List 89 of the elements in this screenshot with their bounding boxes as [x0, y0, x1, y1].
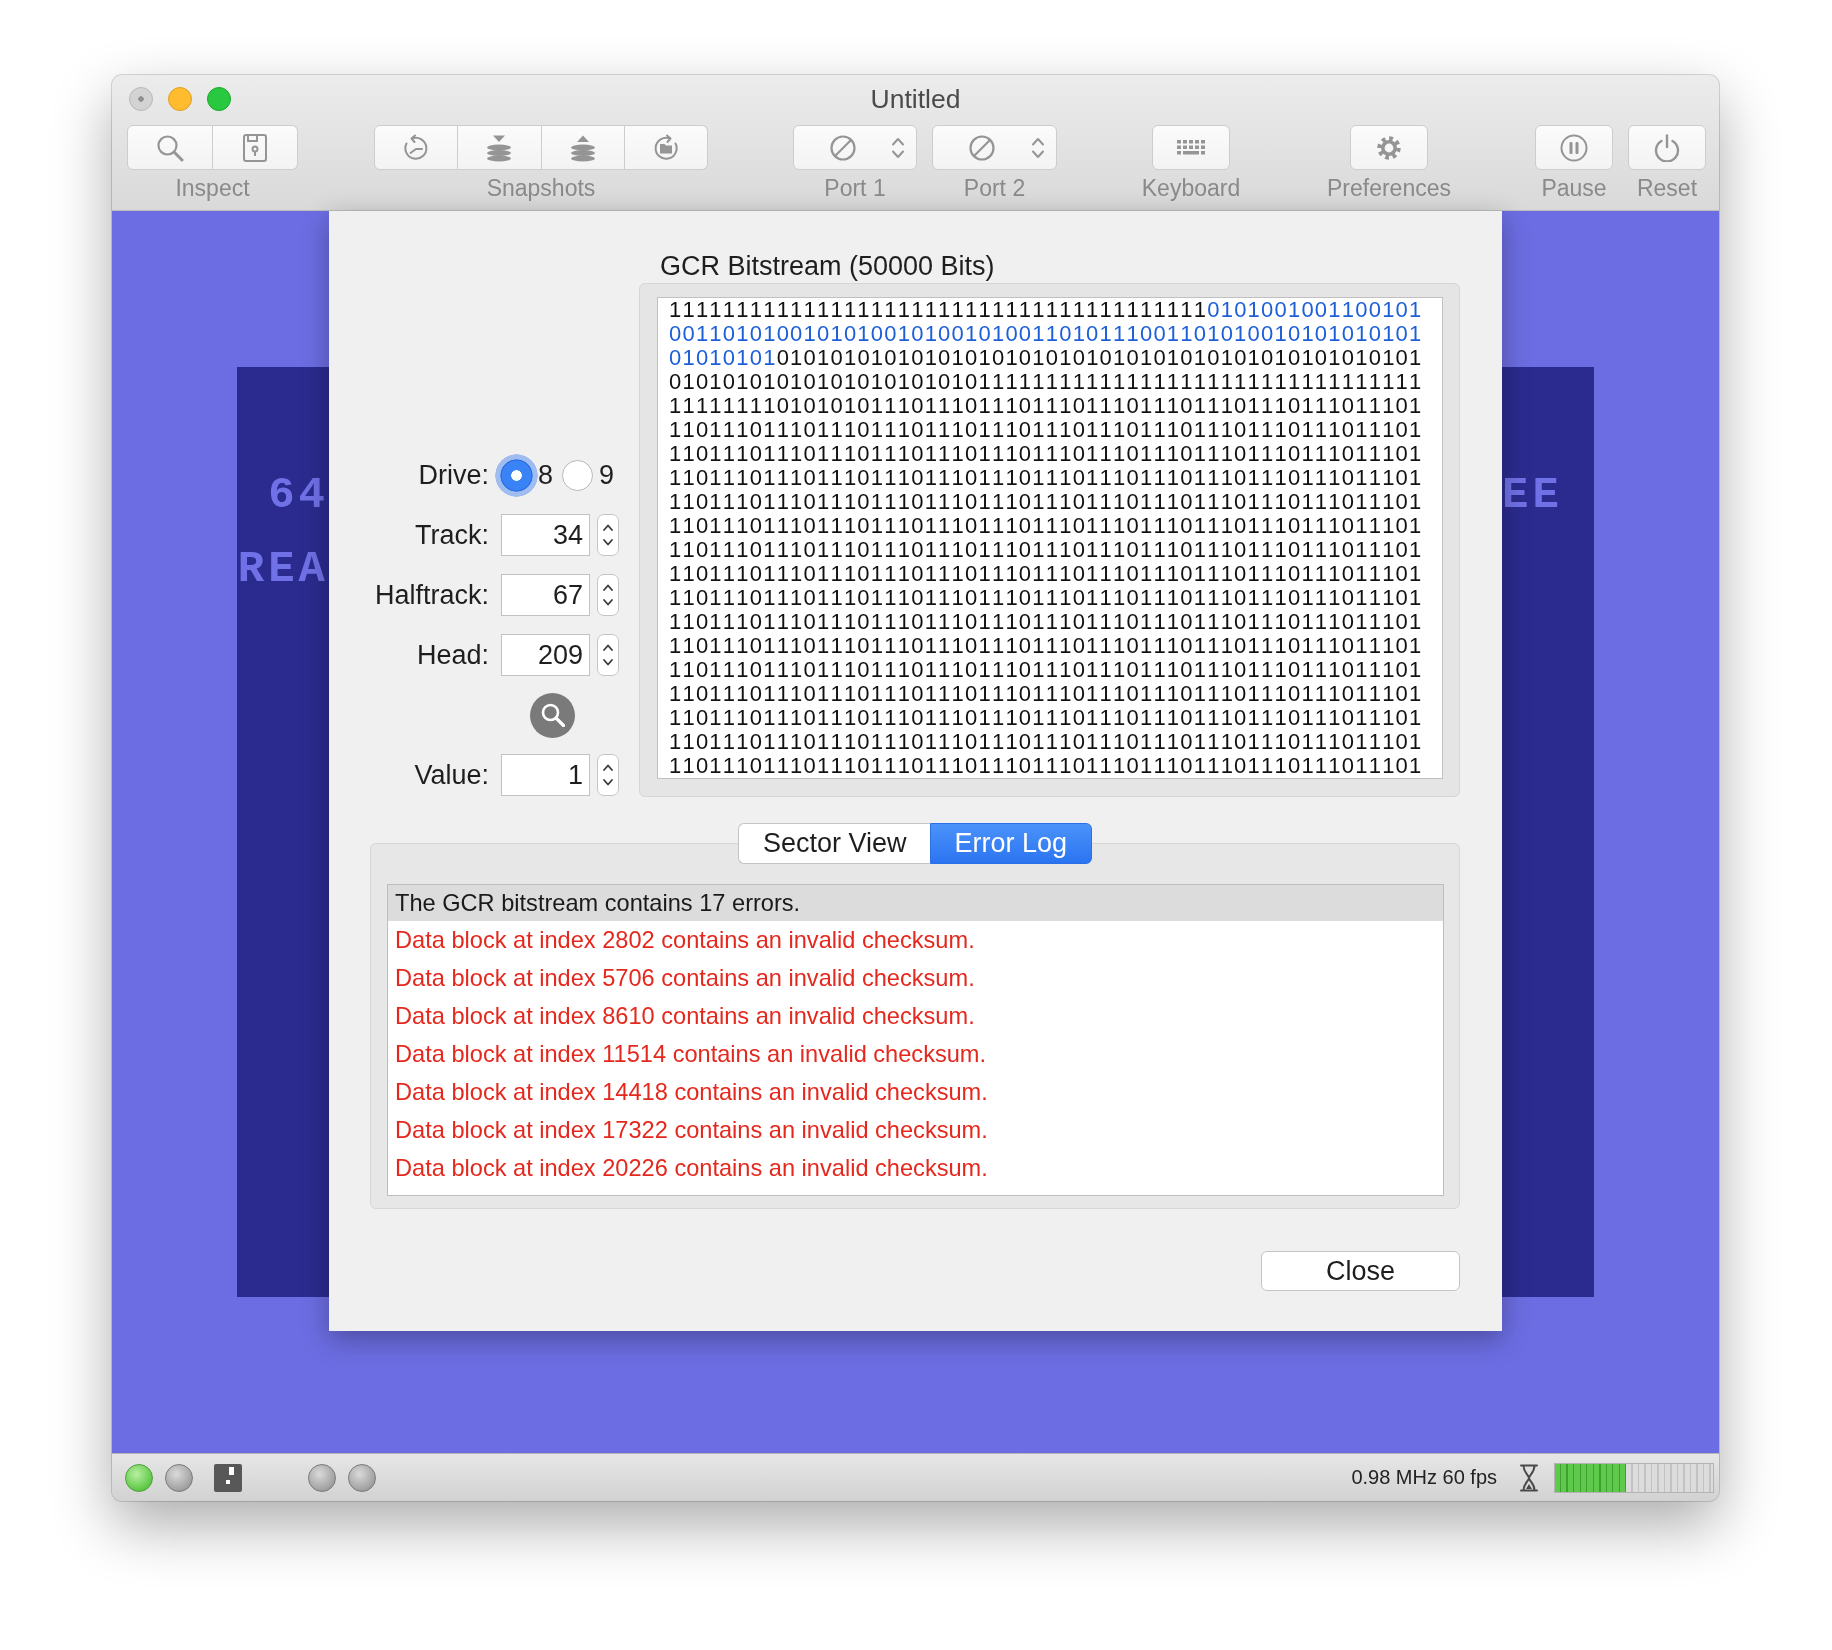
- radio-button[interactable]: [495, 453, 538, 497]
- stack-arrow-up-icon: [568, 133, 597, 162]
- log-summary-row: The GCR bitstream contains 17 errors.: [388, 885, 1443, 921]
- radio-label[interactable]: 8: [538, 459, 554, 491]
- bitstream-line: 11011101110111011101110111011101110111011101110111011101: [669, 418, 1424, 442]
- bitstream-line: 11111111111111111111111111111111111111110101001001100101: [669, 298, 1424, 322]
- tab[interactable]: Error Log: [930, 823, 1092, 864]
- tab[interactable]: Sector View: [738, 823, 930, 864]
- field-label: Head:: [415, 639, 489, 671]
- section-title: GCR Bitstream (50000 Bits): [659, 250, 996, 282]
- log-entry: Data block at index 14418 contains an invalid checksum.: [394, 1078, 989, 1107]
- field-label: Drive:: [417, 459, 489, 491]
- search-button[interactable]: [530, 692, 575, 738]
- screen-text: REA: [237, 551, 329, 588]
- prohibited-icon: [830, 134, 856, 161]
- toolbar-button[interactable]: [541, 125, 625, 170]
- toolbar-label: Pause: [1541, 174, 1607, 202]
- toolbar-label: Port 2: [963, 174, 1026, 202]
- bitstream-line: 11011101110111011101110111011101110111011101110111011101: [669, 610, 1424, 634]
- bitstream-line: 11011101110111011101110111011101110111011101110111011101: [669, 586, 1424, 610]
- window-title: Untitled: [870, 83, 961, 115]
- toolbar-button[interactable]: [458, 125, 542, 170]
- bitstream-line: 01010101010101010101010111111111111111111111111111111111: [669, 370, 1424, 394]
- toolbar-label: Snapshots: [486, 174, 596, 202]
- log-entry: Data block at index 17322 contains an invalid checksum.: [394, 1116, 989, 1145]
- pause-icon: [1560, 133, 1588, 162]
- gear-icon: [1375, 133, 1403, 162]
- stepper[interactable]: [597, 754, 619, 796]
- bitstream-line: 11011101110111011101110111011101110111011101110111011101: [669, 514, 1424, 538]
- log-entry: Data block at index 11514 contains an invalid checksum.: [394, 1040, 988, 1069]
- screen-text: 64: [268, 477, 329, 514]
- screen-text: EE: [1502, 477, 1563, 514]
- toolbar-button[interactable]: [624, 125, 708, 170]
- prohibited-icon: [969, 134, 995, 161]
- bitstream-line: 11011101110111011101110111011101110111011101110111011101: [669, 442, 1424, 466]
- bitstream-line: 11011101110111011101110111011101110111011101110111011101: [669, 682, 1424, 706]
- popup-button[interactable]: [932, 125, 1057, 170]
- radio-label[interactable]: 9: [599, 459, 615, 491]
- field-label: Track:: [414, 519, 489, 551]
- bitstream-line: 11011101110111011101110111011101110111011101110111011101: [669, 634, 1424, 658]
- bitstream-line: 11011101110111011101110111011101110111011101110111011101: [669, 490, 1424, 514]
- number-field[interactable]: 1: [501, 754, 590, 796]
- bitstream-line: 11011101110111011101110111011101110111011101110111011101: [669, 466, 1424, 490]
- bitstream-line: 11111111010101011101110111011101110111011101110111011101: [669, 394, 1424, 418]
- bitstream-line: 00110101001010100101001010011010111001101010010101010101: [669, 322, 1424, 346]
- log-entry: Data block at index 8610 contains an invalid checksum.: [394, 1002, 976, 1031]
- log-entry: Data block at index 20226 contains an invalid checksum.: [394, 1154, 989, 1183]
- bitstream-line: 11011101110111011101110111011101110111011101110111011101: [669, 538, 1424, 562]
- search-icon: [156, 133, 184, 162]
- toolbar-button[interactable]: [1535, 125, 1613, 170]
- toolbar-label: Preferences: [1327, 174, 1451, 202]
- bitstream-line: 11011101110111011101110111011101110111011101110111011101: [669, 562, 1424, 586]
- number-field[interactable]: 34: [501, 514, 590, 556]
- number-field[interactable]: 209: [501, 634, 590, 676]
- minimize-button[interactable]: [168, 87, 192, 111]
- keyboard-icon: [1177, 140, 1205, 155]
- toolbar-button[interactable]: [127, 125, 213, 170]
- stack-arrow-down-icon: [485, 133, 514, 162]
- bitstream-line: 11011101110111011101110111011101110111011101110111011101: [669, 706, 1424, 730]
- zoom-button[interactable]: [207, 87, 231, 111]
- log-entry: Data block at index 2802 contains an invalid checksum.: [394, 926, 976, 955]
- search-icon: [540, 703, 565, 727]
- bitstream-line: 01010101010101010101010101010101010101010101010101010101: [669, 346, 1424, 370]
- radio-button[interactable]: [562, 459, 594, 491]
- window-close-button[interactable]: [129, 87, 153, 111]
- toolbar-label: Keyboard: [1141, 174, 1241, 202]
- toolbar-button[interactable]: [213, 125, 298, 170]
- toolbar-button[interactable]: [1350, 125, 1428, 170]
- number-field[interactable]: 67: [501, 574, 590, 616]
- hourglass-icon: [1519, 1463, 1539, 1492]
- log-entry: Data block at index 5706 contains an invalid checksum.: [394, 964, 976, 993]
- stepper[interactable]: [597, 514, 619, 556]
- popup-button[interactable]: [793, 125, 917, 170]
- close-button[interactable]: Close: [1261, 1251, 1460, 1291]
- field-label: Value:: [413, 759, 489, 791]
- toolbar-label: Inspect: [175, 174, 250, 202]
- toolbar-button[interactable]: [1628, 125, 1706, 170]
- field-label: Halftrack:: [373, 579, 489, 611]
- bitstream-line: 11011101110111011101110111011101110111011101110111011101: [669, 658, 1424, 682]
- toolbar-label: Port 1: [824, 174, 886, 202]
- clock-text: 0.98 MHz 60 fps: [1351, 1466, 1497, 1489]
- toolbar-button[interactable]: [1152, 125, 1230, 170]
- stepper[interactable]: [597, 634, 619, 676]
- bitstream-line: 11011101110111011101110111011101110111011101110111011101: [669, 730, 1424, 754]
- toolbar-button[interactable]: [374, 125, 459, 170]
- toolbar-label: Reset: [1636, 174, 1698, 202]
- bitstream-line: 11011101110111011101110111011101110111011101110111011101: [669, 754, 1424, 778]
- stepper[interactable]: [597, 574, 619, 616]
- power-icon: [1654, 133, 1680, 162]
